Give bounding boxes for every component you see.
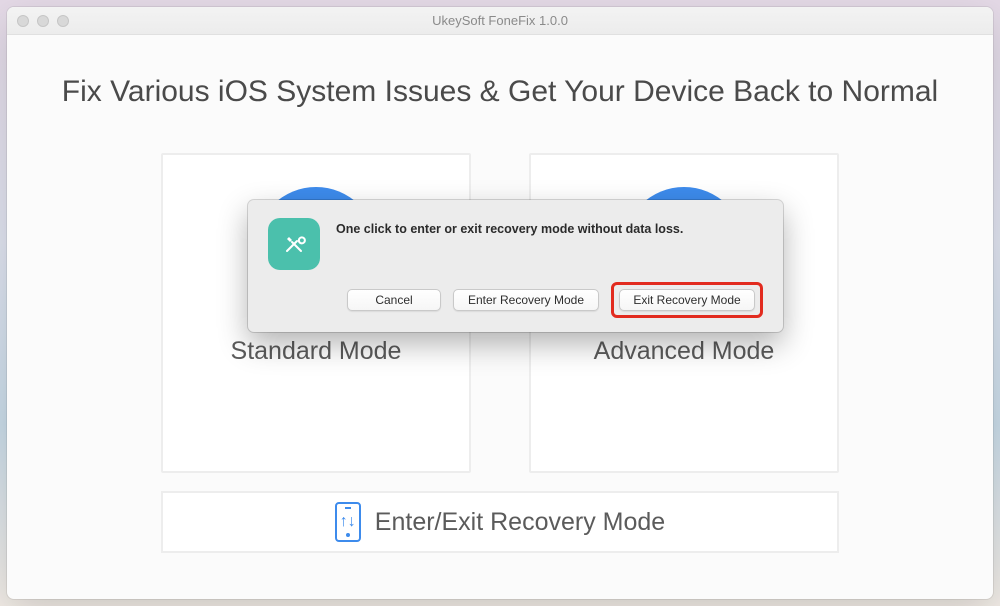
enter-recovery-button[interactable]: Enter Recovery Mode <box>453 289 599 311</box>
page-headline: Fix Various iOS System Issues & Get Your… <box>62 75 938 109</box>
close-icon[interactable] <box>17 15 29 27</box>
phone-recovery-icon: ↑↓ <box>335 502 361 542</box>
advanced-mode-label: Advanced Mode <box>594 337 775 366</box>
exit-button-highlight: Exit Recovery Mode <box>611 282 763 318</box>
maximize-icon[interactable] <box>57 15 69 27</box>
dialog-header: One click to enter or exit recovery mode… <box>268 218 763 270</box>
recovery-mode-button[interactable]: ↑↓ Enter/Exit Recovery Mode <box>161 491 839 553</box>
dialog-message: One click to enter or exit recovery mode… <box>336 218 683 236</box>
recovery-mode-label: Enter/Exit Recovery Mode <box>375 508 665 537</box>
recovery-mode-dialog: One click to enter or exit recovery mode… <box>248 200 783 332</box>
standard-mode-label: Standard Mode <box>231 337 402 366</box>
titlebar: UkeySoft FoneFix 1.0.0 <box>7 7 993 35</box>
tools-icon <box>268 218 320 270</box>
cancel-button[interactable]: Cancel <box>347 289 441 311</box>
minimize-icon[interactable] <box>37 15 49 27</box>
window-controls <box>17 15 69 27</box>
window-title: UkeySoft FoneFix 1.0.0 <box>7 13 993 28</box>
exit-recovery-button[interactable]: Exit Recovery Mode <box>619 289 755 311</box>
arrows-icon: ↑↓ <box>340 514 356 530</box>
dialog-button-row: Cancel Enter Recovery Mode Exit Recovery… <box>268 282 763 318</box>
